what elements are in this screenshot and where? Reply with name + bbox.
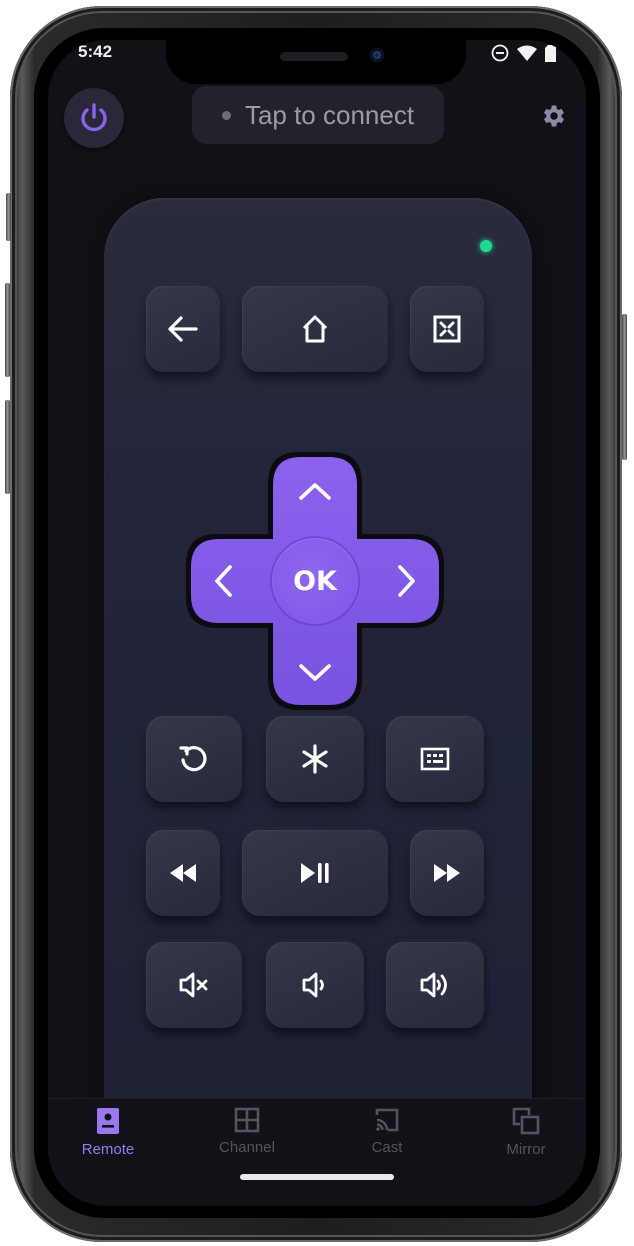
remote-icon [97,1108,119,1134]
options-button[interactable] [266,716,364,802]
side-power-button [622,314,627,460]
chevron-right-icon [398,565,415,597]
rewind-button[interactable] [146,830,220,916]
fast-forward-icon [434,864,460,882]
camera-icon [370,48,384,62]
fast-forward-button[interactable] [410,830,484,916]
asterisk-icon [302,744,328,774]
replay-icon [179,746,207,772]
screen: 5:42 Tap to connect OK Remote Channel Ca… [34,28,600,1218]
chevron-down-icon [299,664,331,681]
nav-item-channel[interactable]: Channel [202,1107,292,1156]
keyboard-button[interactable] [386,716,484,802]
speaker [280,52,348,61]
fullscreen-button[interactable] [410,286,484,372]
arrow-left-icon [168,316,198,342]
action-button [6,193,11,241]
cast-icon [375,1108,399,1132]
nav-label: Mirror [506,1141,546,1158]
bottom-nav: Remote Channel Cast Mirror [48,1098,586,1206]
gear-icon[interactable] [540,102,568,130]
do-not-disturb-icon [491,44,509,62]
ok-button[interactable]: OK [272,538,358,624]
dpad: OK [184,450,446,712]
home-indicator[interactable] [240,1174,394,1180]
battery-icon [545,44,556,62]
wifi-icon [517,45,537,61]
volume-up-button[interactable] [386,942,484,1028]
remote-body: OK [104,198,532,1198]
home-button[interactable] [242,286,388,372]
volume-up-icon [420,972,447,998]
nav-label: Remote [81,1141,135,1158]
play-pause-icon [301,863,329,883]
home-icon [302,315,328,343]
mirror-icon [512,1107,540,1135]
chevron-up-icon [299,483,331,500]
status-led [480,240,492,252]
dpad-left-button[interactable] [198,556,248,606]
fullscreen-exit-icon [433,315,461,343]
volume-down-button[interactable] [266,942,364,1028]
chevron-left-icon [215,565,232,597]
nav-item-remote[interactable]: Remote [63,1107,153,1158]
power-icon [81,103,107,132]
dpad-up-button[interactable] [290,466,340,516]
status-icons [491,44,556,62]
play-pause-button[interactable] [242,830,388,916]
volume-down-icon [302,972,324,998]
status-time: 5:42 [78,42,113,61]
nav-item-cast[interactable]: Cast [342,1107,432,1156]
nav-label: Cast [371,1139,403,1156]
connect-button[interactable]: Tap to connect [192,86,444,144]
back-button[interactable] [146,286,220,372]
grid-icon [234,1107,260,1133]
volume-mute-icon [179,972,208,998]
nav-label: Channel [219,1139,275,1156]
volume-down-hardware-button [5,400,10,494]
connect-label: Tap to connect [244,99,415,130]
mute-button[interactable] [146,942,242,1028]
volume-up-hardware-button [5,283,10,377]
dpad-down-button[interactable] [290,648,340,698]
replay-button[interactable] [146,716,242,802]
notch [166,40,466,84]
remote-app: 5:42 Tap to connect OK Remote Channel Ca… [48,40,586,1206]
power-button[interactable] [64,88,124,148]
keyboard-icon [420,747,450,771]
dpad-right-button[interactable] [382,556,432,606]
connection-status-dot [221,110,231,120]
nav-item-mirror[interactable]: Mirror [481,1107,571,1158]
rewind-icon [170,864,196,882]
